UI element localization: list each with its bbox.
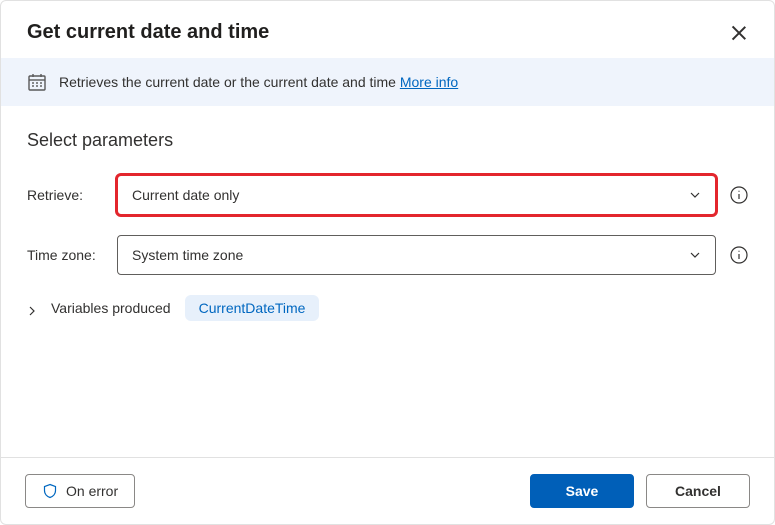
variable-chip[interactable]: CurrentDateTime [185,295,320,321]
dialog-title: Get current date and time [27,21,269,44]
close-icon[interactable] [730,24,748,42]
info-description: Retrieves the current date or the curren… [59,74,396,90]
timezone-label: Time zone: [27,247,117,263]
param-row-retrieve: Retrieve: Current date only [27,175,748,215]
info-icon[interactable] [730,246,748,264]
timezone-select[interactable]: System time zone [117,235,716,275]
dialog-footer: On error Save Cancel [1,457,774,524]
retrieve-value: Current date only [132,187,239,203]
section-title: Select parameters [27,130,748,151]
retrieve-label: Retrieve: [27,187,117,203]
chevron-right-icon[interactable] [27,303,37,313]
calendar-icon [27,72,47,92]
on-error-button[interactable]: On error [25,474,135,508]
info-icon[interactable] [730,186,748,204]
more-info-link[interactable]: More info [400,74,458,90]
chevron-down-icon [689,249,701,261]
timezone-value: System time zone [132,247,243,263]
dialog-header: Get current date and time [1,1,774,58]
save-button[interactable]: Save [530,474,634,508]
info-banner: Retrieves the current date or the curren… [1,58,774,106]
dialog-content: Select parameters Retrieve: Current date… [1,106,774,321]
retrieve-select[interactable]: Current date only [117,175,716,215]
chevron-down-icon [689,189,701,201]
on-error-label: On error [66,483,118,499]
variables-produced-label[interactable]: Variables produced [51,300,171,316]
info-description-row: Retrieves the current date or the curren… [59,74,458,90]
variables-produced-row: Variables produced CurrentDateTime [27,295,748,321]
shield-icon [42,483,58,499]
cancel-button[interactable]: Cancel [646,474,750,508]
param-row-timezone: Time zone: System time zone [27,235,748,275]
